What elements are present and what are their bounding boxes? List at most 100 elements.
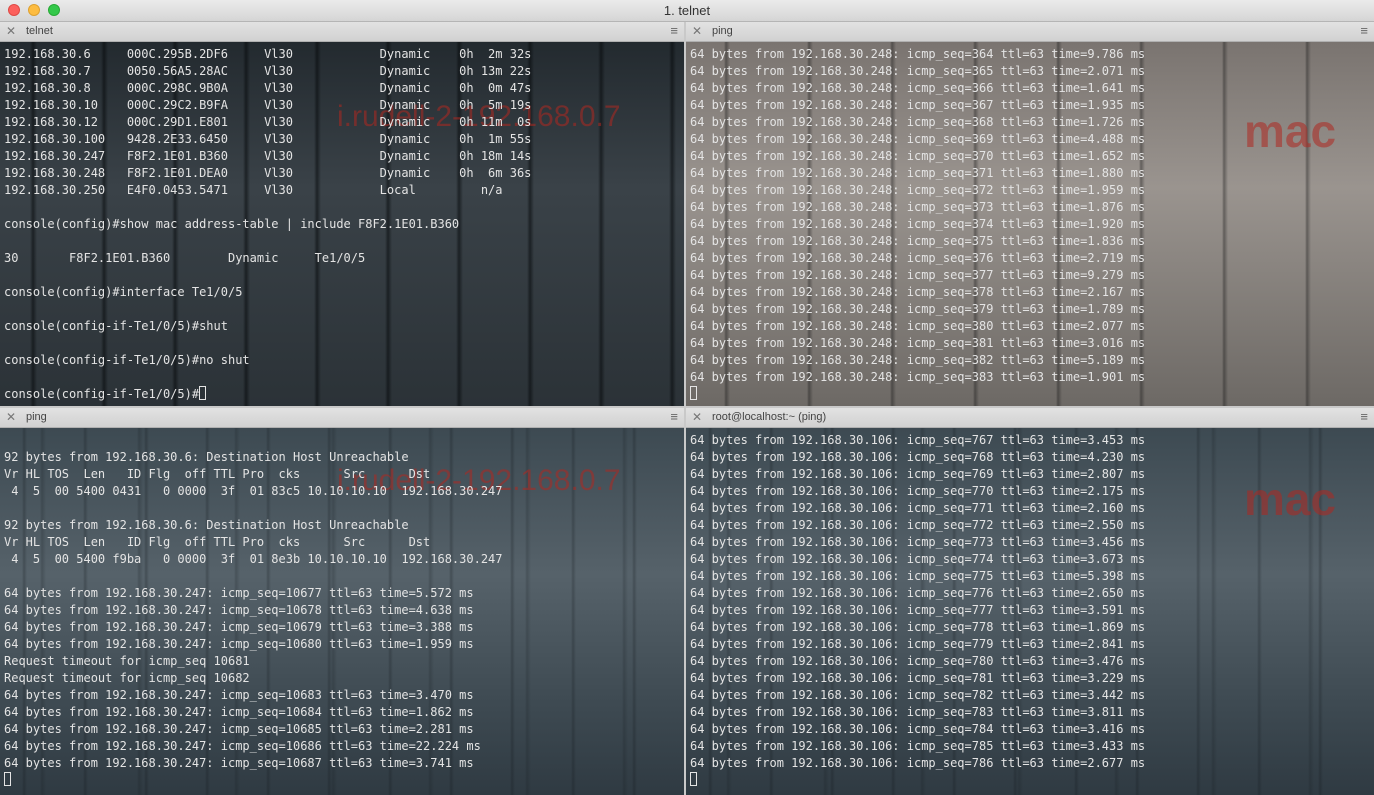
- pane-tab-title[interactable]: root@localhost:~ (ping): [712, 411, 826, 423]
- terminal-line-text: 64 bytes from 192.168.30.106: icmp_seq=7…: [690, 620, 1146, 634]
- terminal-line: 64 bytes from 192.168.30.247: icmp_seq=1…: [4, 619, 503, 636]
- terminal-line-text: 64 bytes from 192.168.30.106: icmp_seq=7…: [690, 722, 1146, 736]
- pane-bottom-left[interactable]: ✕ ping ≡ i.rudell-2-192.168.0.7 92 bytes…: [0, 408, 684, 795]
- terminal-output[interactable]: i.rudell-2-192.168.0.7 192.168.30.6 000C…: [0, 42, 684, 406]
- terminal-line-text: 64 bytes from 192.168.30.106: icmp_seq=7…: [690, 688, 1146, 702]
- pane-menu-icon[interactable]: ≡: [1360, 409, 1368, 424]
- pane-tab-bar[interactable]: ✕ ping ≡: [0, 408, 684, 428]
- window-title: 1. telnet: [663, 3, 711, 18]
- terminal-line-text: 64 bytes from 192.168.30.247: icmp_seq=1…: [4, 722, 474, 736]
- terminal-line: 64 bytes from 192.168.30.106: icmp_seq=7…: [690, 687, 1145, 704]
- terminal-line-text: console(config-if-Te1/0/5)#no shut: [4, 353, 250, 367]
- terminal-line: 64 bytes from 192.168.30.106: icmp_seq=7…: [690, 517, 1145, 534]
- terminal-line-text: 192.168.30.7 0050.56A5.28AC Vl30 Dynamic…: [4, 64, 532, 78]
- terminal-line-text: 64 bytes from 192.168.30.248: icmp_seq=3…: [690, 132, 1146, 146]
- pane-tab-bar[interactable]: ✕ telnet ≡: [0, 22, 684, 42]
- terminal-line-text: 64 bytes from 192.168.30.106: icmp_seq=7…: [690, 637, 1146, 651]
- terminal-line-text: 64 bytes from 192.168.30.106: icmp_seq=7…: [690, 586, 1146, 600]
- pane-menu-icon[interactable]: ≡: [670, 409, 678, 424]
- terminal-line: 64 bytes from 192.168.30.248: icmp_seq=3…: [690, 199, 1145, 216]
- pane-menu-icon[interactable]: ≡: [1360, 23, 1368, 38]
- pane-menu-icon[interactable]: ≡: [670, 23, 678, 38]
- terminal-line: 64 bytes from 192.168.30.248: icmp_seq=3…: [690, 46, 1145, 63]
- terminal-line-text: 64 bytes from 192.168.30.247: icmp_seq=1…: [4, 603, 474, 617]
- terminal-line-text: Request timeout for icmp_seq 10682: [4, 671, 250, 685]
- terminal-line: 64 bytes from 192.168.30.247: icmp_seq=1…: [4, 755, 503, 772]
- terminal-prompt-line[interactable]: [4, 772, 503, 789]
- terminal-line: 192.168.30.10 000C.29C2.B9FA Vl30 Dynami…: [4, 97, 531, 114]
- terminal-line: 192.168.30.8 000C.298C.9B0A Vl30 Dynamic…: [4, 80, 531, 97]
- terminal-line-text: 64 bytes from 192.168.30.248: icmp_seq=3…: [690, 166, 1146, 180]
- terminal-output[interactable]: mac 64 bytes from 192.168.30.106: icmp_s…: [686, 428, 1374, 795]
- terminal-line: 64 bytes from 192.168.30.248: icmp_seq=3…: [690, 318, 1145, 335]
- terminal-line-text: Vr HL TOS Len ID Flg off TTL Pro cks Src…: [4, 467, 431, 481]
- terminal-line: 192.168.30.100 9428.2E33.6450 Vl30 Dynam…: [4, 131, 531, 148]
- terminal-line: 64 bytes from 192.168.30.106: icmp_seq=7…: [690, 721, 1145, 738]
- terminal-line-text: 64 bytes from 192.168.30.106: icmp_seq=7…: [690, 501, 1146, 515]
- terminal-line-text: 4 5 00 5400 0431 0 0000 3f 01 83c5 10.10…: [4, 484, 503, 498]
- horizontal-pane-divider[interactable]: [0, 406, 1374, 408]
- terminal-line: 64 bytes from 192.168.30.248: icmp_seq=3…: [690, 301, 1145, 318]
- vertical-pane-divider[interactable]: [684, 22, 686, 795]
- pane-tab-title[interactable]: telnet: [26, 25, 53, 37]
- terminal-line: Vr HL TOS Len ID Flg off TTL Pro cks Src…: [4, 534, 503, 551]
- terminal-line: 64 bytes from 192.168.30.248: icmp_seq=3…: [690, 250, 1145, 267]
- terminal-line: 64 bytes from 192.168.30.248: icmp_seq=3…: [690, 182, 1145, 199]
- terminal-line-text: 64 bytes from 192.168.30.106: icmp_seq=7…: [690, 535, 1146, 549]
- terminal-line-text: console(config)#interface Te1/0/5: [4, 285, 243, 299]
- terminal-line: console(config-if-Te1/0/5)#no shut: [4, 352, 531, 369]
- text-cursor: [690, 386, 697, 400]
- close-pane-icon[interactable]: ✕: [6, 24, 16, 38]
- pane-tab-bar[interactable]: ✕ root@localhost:~ (ping) ≡: [686, 408, 1374, 428]
- terminal-prompt-line[interactable]: [690, 386, 1145, 403]
- terminal-line-text: 64 bytes from 192.168.30.248: icmp_seq=3…: [690, 183, 1146, 197]
- terminal-line: 64 bytes from 192.168.30.248: icmp_seq=3…: [690, 267, 1145, 284]
- terminal-line-text: 64 bytes from 192.168.30.248: icmp_seq=3…: [690, 302, 1146, 316]
- pane-top-right[interactable]: ✕ ping ≡ mac 64 bytes from 192.168.30.24…: [686, 22, 1374, 406]
- terminal-line-text: 192.168.30.6 000C.295B.2DF6 Vl30 Dynamic…: [4, 47, 532, 61]
- terminal-output[interactable]: mac 64 bytes from 192.168.30.248: icmp_s…: [686, 42, 1374, 406]
- terminal-line-text: 192.168.30.100 9428.2E33.6450 Vl30 Dynam…: [4, 132, 532, 146]
- title-bar[interactable]: 1. telnet: [0, 0, 1374, 22]
- pane-tab-title[interactable]: ping: [26, 411, 47, 423]
- terminal-line: 64 bytes from 192.168.30.247: icmp_seq=1…: [4, 602, 503, 619]
- terminal-line-text: 64 bytes from 192.168.30.248: icmp_seq=3…: [690, 81, 1146, 95]
- terminal-line-text: 64 bytes from 192.168.30.248: icmp_seq=3…: [690, 149, 1146, 163]
- terminal-line: 64 bytes from 192.168.30.248: icmp_seq=3…: [690, 148, 1145, 165]
- pane-tab-title[interactable]: ping: [712, 25, 733, 37]
- terminal-line: Request timeout for icmp_seq 10681: [4, 653, 503, 670]
- terminal-line-text: 64 bytes from 192.168.30.248: icmp_seq=3…: [690, 98, 1146, 112]
- terminal-line-text: console(config-if-Te1/0/5)#: [4, 387, 200, 401]
- terminal-line-text: 64 bytes from 192.168.30.248: icmp_seq=3…: [690, 370, 1146, 384]
- terminal-line: 64 bytes from 192.168.30.106: icmp_seq=7…: [690, 534, 1145, 551]
- close-pane-icon[interactable]: ✕: [692, 410, 702, 424]
- background-watermark: mac: [1244, 473, 1337, 525]
- close-pane-icon[interactable]: ✕: [6, 410, 16, 424]
- terminal-line-text: 64 bytes from 192.168.30.106: icmp_seq=7…: [690, 552, 1146, 566]
- pane-top-left[interactable]: ✕ telnet ≡ i.rudell-2-192.168.0.7 192.16…: [0, 22, 684, 406]
- terminal-output[interactable]: i.rudell-2-192.168.0.7 92 bytes from 192…: [0, 428, 684, 795]
- terminal-line-text: 64 bytes from 192.168.30.106: icmp_seq=7…: [690, 450, 1146, 464]
- close-pane-icon[interactable]: ✕: [692, 24, 702, 38]
- terminal-line-text: 64 bytes from 192.168.30.248: icmp_seq=3…: [690, 251, 1146, 265]
- terminal-line: Request timeout for icmp_seq 10682: [4, 670, 503, 687]
- terminal-line-text: 64 bytes from 192.168.30.248: icmp_seq=3…: [690, 47, 1146, 61]
- terminal-line-text: 64 bytes from 192.168.30.247: icmp_seq=1…: [4, 637, 474, 651]
- terminal-line-text: 64 bytes from 192.168.30.248: icmp_seq=3…: [690, 64, 1146, 78]
- terminal-line: 192.168.30.248 F8F2.1E01.DEA0 Vl30 Dynam…: [4, 165, 531, 182]
- terminal-line-text: 64 bytes from 192.168.30.248: icmp_seq=3…: [690, 336, 1146, 350]
- pane-tab-bar[interactable]: ✕ ping ≡: [686, 22, 1374, 42]
- terminal-line: 64 bytes from 192.168.30.248: icmp_seq=3…: [690, 80, 1145, 97]
- terminal-prompt-line[interactable]: [690, 772, 1145, 789]
- terminal-line: 64 bytes from 192.168.30.247: icmp_seq=1…: [4, 721, 503, 738]
- pane-bottom-right[interactable]: ✕ root@localhost:~ (ping) ≡ mac 64 bytes…: [686, 408, 1374, 795]
- terminal-line: 64 bytes from 192.168.30.106: icmp_seq=7…: [690, 568, 1145, 585]
- terminal-line: 192.168.30.7 0050.56A5.28AC Vl30 Dynamic…: [4, 63, 531, 80]
- terminal-line-text: 64 bytes from 192.168.30.248: icmp_seq=3…: [690, 353, 1146, 367]
